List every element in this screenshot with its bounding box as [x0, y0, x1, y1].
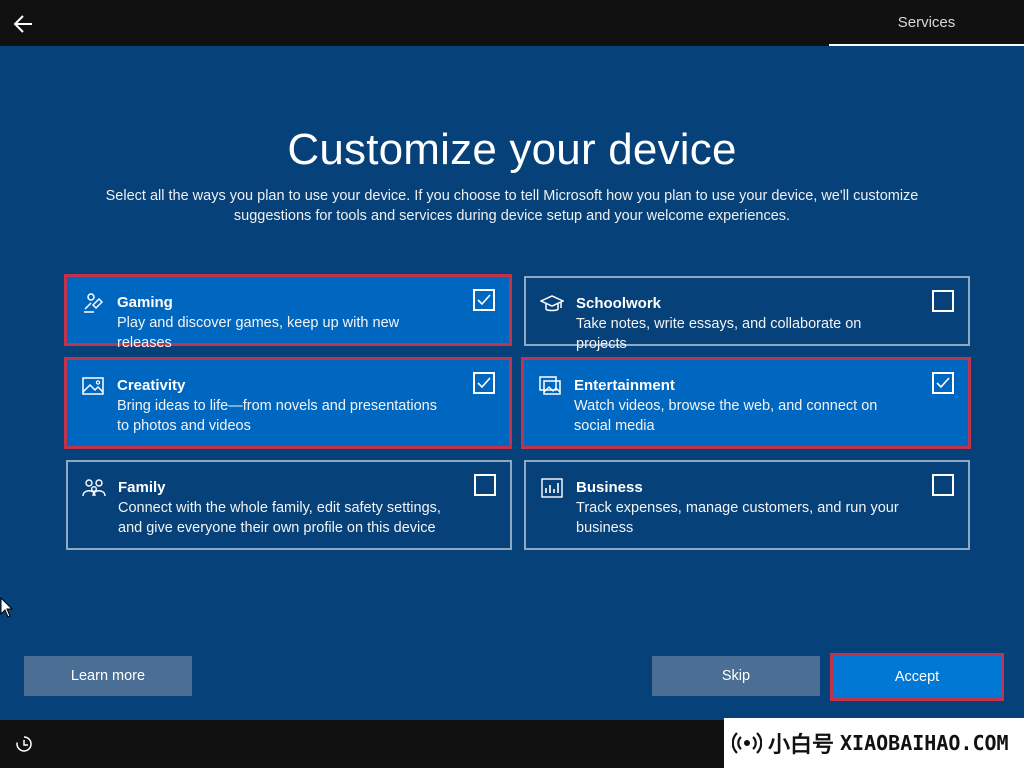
option-checkbox-business[interactable]: [932, 474, 954, 496]
option-description: Watch videos, browse the web, and connec…: [574, 398, 878, 434]
accept-button[interactable]: Accept: [833, 656, 1001, 698]
option-card-creativity[interactable]: Creativity Bring ideas to life—from nove…: [64, 357, 512, 449]
option-description: Track expenses, manage customers, and ru…: [576, 500, 899, 536]
option-name: Gaming: [117, 294, 173, 311]
option-name: Entertainment: [574, 377, 675, 394]
learn-more-button[interactable]: Learn more: [24, 656, 192, 696]
tab-services-label: Services: [897, 14, 956, 31]
business-icon: [541, 478, 563, 498]
photos-icon: [539, 376, 561, 395]
watermark-badge: 小白号 XIAOBAIHAO.COM: [724, 718, 1024, 768]
page-title: Customize your device: [287, 125, 737, 174]
watermark-chinese: 小白号: [768, 732, 835, 757]
checkmark-icon: [477, 294, 491, 306]
option-checkbox-schoolwork[interactable]: [932, 290, 954, 312]
watermark-domain: XIAOBAIHAO.COM: [840, 731, 1009, 755]
option-description: Take notes, write essays, and collaborat…: [576, 316, 862, 352]
option-card-entertainment[interactable]: Entertainment Watch videos, browse the w…: [521, 357, 971, 449]
option-name: Family: [118, 479, 166, 496]
tab-underline: [829, 44, 1024, 46]
option-card-gaming[interactable]: Gaming Play and discover games, keep up …: [64, 274, 512, 351]
option-card-family[interactable]: Family Connect with the whole family, ed…: [66, 460, 512, 550]
tab-services: Services: [829, 0, 1024, 46]
option-description: Play and discover games, keep up with ne…: [117, 315, 400, 351]
skip-button[interactable]: Skip: [652, 656, 820, 696]
option-checkbox-creativity[interactable]: [473, 372, 495, 394]
option-name: Business: [576, 479, 643, 496]
option-checkbox-gaming[interactable]: [473, 289, 495, 311]
accept-button-highlight: Accept: [830, 653, 1004, 701]
option-checkbox-family[interactable]: [474, 474, 496, 496]
option-description: Connect with the whole family, edit safe…: [118, 500, 441, 536]
option-name: Schoolwork: [576, 295, 662, 312]
option-description: Bring ideas to life—from novels and pres…: [117, 398, 437, 434]
option-card-schoolwork[interactable]: Schoolwork Take notes, write essays, and…: [524, 276, 970, 352]
mouse-cursor-icon: [0, 597, 14, 618]
page-subtitle: Select all the ways you plan to use your…: [105, 188, 919, 224]
back-arrow-icon: [13, 15, 32, 33]
checkmark-icon: [477, 377, 491, 389]
family-icon: [82, 479, 106, 497]
graduation-cap-icon: [540, 295, 564, 312]
picture-icon: [82, 377, 104, 395]
option-checkbox-entertainment[interactable]: [932, 372, 954, 394]
ease-of-access-icon[interactable]: [14, 734, 34, 754]
option-name: Creativity: [117, 377, 186, 394]
option-card-business[interactable]: Business Track expenses, manage customer…: [524, 460, 970, 550]
broadcast-icon: [732, 732, 762, 754]
gaming-icon: [84, 293, 104, 313]
checkmark-icon: [936, 377, 950, 389]
top-bar: Services: [0, 0, 1024, 46]
back-button[interactable]: [10, 10, 38, 38]
